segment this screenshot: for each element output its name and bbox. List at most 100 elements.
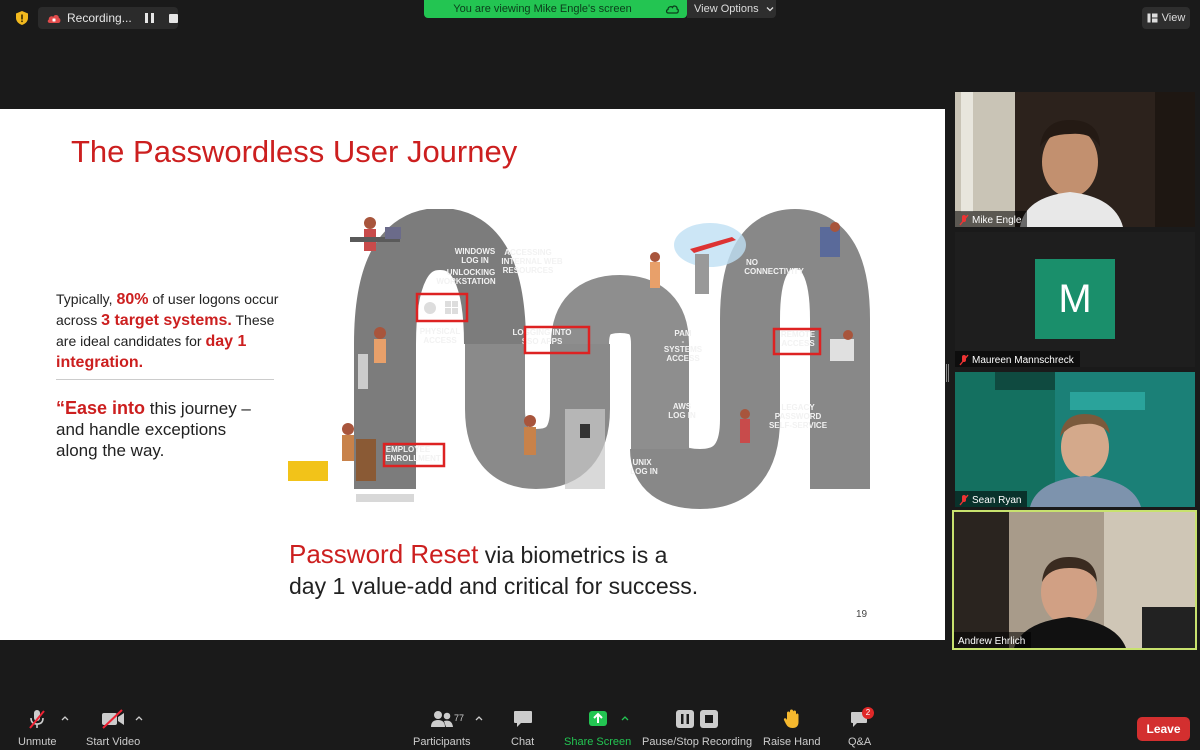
label-noconn-1: NO <box>746 258 758 267</box>
slide-divider <box>56 379 274 380</box>
label-unix-2: LOG IN <box>630 467 658 476</box>
participant-count: 77 <box>454 713 465 723</box>
cloud-sync-icon <box>665 5 679 14</box>
stat-percent: 80% <box>116 291 149 308</box>
bottom-line2: day 1 value-add and critical for success… <box>289 573 699 599</box>
chat-icon <box>513 711 532 727</box>
share-screen-icon <box>588 711 607 726</box>
label-legacy-2: PASSWORD <box>775 412 822 421</box>
label-pam-3: SYSTEMS <box>664 345 703 354</box>
label-sso-1: LOGGING INTO <box>513 328 572 337</box>
label-accessing-2: INTERNAL WEB <box>501 257 562 266</box>
label-sso-2: SSO APPS <box>522 337 563 346</box>
label-windows-2: LOG IN <box>461 256 489 265</box>
pause-stop-recording-label: Pause/Stop Recording <box>642 736 753 748</box>
share-screen-label: Share Screen <box>564 736 632 748</box>
share-screen-button[interactable]: Share Screen <box>564 708 631 748</box>
label-remote-2: ACCESS <box>781 339 815 348</box>
avatar: M <box>1035 259 1115 339</box>
grid-view-icon <box>1147 13 1158 23</box>
chevron-up-icon[interactable] <box>475 715 483 721</box>
user-journey-illustration: WINDOWS LOG IN UNLOCKING WORKSTATION ACC… <box>288 209 870 509</box>
participant-name-andrew: Andrew Ehrlich <box>954 632 1032 648</box>
label-employee-1: EMPLOYEE <box>386 445 431 454</box>
bottom-statement: Password Reset via biometrics is a day 1… <box>289 539 698 602</box>
label-unix-1: UNIX <box>632 458 652 467</box>
start-video-button[interactable]: Start Video <box>86 708 140 748</box>
participant-tile-andrew[interactable]: Andrew Ehrlich <box>952 510 1197 650</box>
mic-muted-icon <box>959 354 969 366</box>
participant-name-text: Sean Ryan <box>972 494 1022 506</box>
stat-prefix: Typically, <box>56 291 117 307</box>
view-options-label: View Options <box>694 3 759 15</box>
participant-tile-mike[interactable]: Mike Engle <box>955 92 1195 227</box>
ease-quote: “Ease into <box>56 398 146 418</box>
label-aws-2: LOG IN <box>668 411 696 420</box>
participant-name-maureen: Maureen Mannschreck <box>955 351 1080 367</box>
cloud-recording-icon <box>47 15 61 23</box>
label-physical-1: PHYSICAL <box>420 327 461 336</box>
participant-video-sean <box>955 372 1195 507</box>
viewing-banner-text: You are viewing Mike Engle's screen <box>453 3 632 15</box>
chevron-up-icon[interactable] <box>621 715 629 721</box>
shield-icon[interactable] <box>14 10 30 26</box>
label-employee-2: ENROLLMENT <box>385 454 441 463</box>
participant-name-text: Maureen Mannschreck <box>972 354 1074 366</box>
view-layout-button[interactable]: View <box>1142 7 1190 29</box>
chat-button[interactable]: Chat <box>511 708 534 748</box>
mic-muted-icon <box>959 494 969 506</box>
participants-label: Participants <box>413 736 471 748</box>
participant-video-mike <box>955 92 1195 227</box>
view-options-dropdown[interactable]: View Options <box>687 0 776 18</box>
participant-video-andrew <box>954 512 1195 648</box>
label-accessing-3: RESOURCES <box>503 266 554 275</box>
label-windows-4: WORKSTATION <box>436 277 495 286</box>
slide-page-number: 19 <box>856 609 868 620</box>
chevron-up-icon[interactable] <box>135 715 143 721</box>
raise-hand-button[interactable]: Raise Hand <box>763 708 820 748</box>
meeting-toolbar: Unmute Start Video Participants 77 Chat … <box>0 703 1200 750</box>
participant-name-mike: Mike Engle <box>955 211 1028 227</box>
slide-title: The Passwordless User Journey <box>71 134 518 169</box>
raise-hand-icon <box>783 709 799 728</box>
pause-icon <box>676 710 695 728</box>
participant-name-text: Andrew Ehrlich <box>958 635 1026 647</box>
unmute-label: Unmute <box>18 736 57 748</box>
unmute-button[interactable]: Unmute <box>18 708 57 748</box>
bottom-red: Password Reset <box>289 539 479 569</box>
participant-name-text: Mike Engle <box>972 214 1022 226</box>
label-legacy-1: LEGACY <box>781 403 815 412</box>
label-accessing-1: ACCESSING <box>504 248 552 257</box>
stop-icon <box>700 710 719 728</box>
participant-tile-sean[interactable]: Sean Ryan <box>955 372 1195 507</box>
leave-button[interactable]: Leave <box>1137 717 1190 741</box>
label-pam-4: ACCESS <box>666 354 700 363</box>
label-noconn-2: CONNECTIVITY <box>744 267 804 276</box>
stat-paragraph: Typically, 80% of user logons occur acro… <box>56 289 291 373</box>
pause-stop-recording-button[interactable]: Pause/Stop Recording <box>642 708 752 748</box>
view-button-label: View <box>1161 12 1186 24</box>
apple-windows-logos <box>424 301 458 314</box>
stat-systems: 3 target systems. <box>101 312 232 329</box>
ease-paragraph: “Ease into this journey – and handle exc… <box>56 398 271 462</box>
shared-screen-slide: The Passwordless User Journey Typically,… <box>0 109 945 640</box>
qa-count-badge: 2 <box>862 707 874 719</box>
mic-muted-icon <box>959 214 969 226</box>
split-handle[interactable] <box>946 364 949 382</box>
stop-recording-icon[interactable] <box>168 13 178 23</box>
chat-label: Chat <box>511 736 535 748</box>
mic-muted-icon <box>29 710 46 729</box>
recording-label: Recording... <box>67 11 132 25</box>
recording-indicator[interactable]: Recording... <box>38 7 178 29</box>
raise-hand-label: Raise Hand <box>763 736 821 748</box>
chevron-down-icon <box>766 7 774 12</box>
label-aws-1: AWS <box>673 402 692 411</box>
label-windows-1: WINDOWS <box>455 247 496 256</box>
viewing-screen-banner: You are viewing Mike Engle's screen <box>424 0 687 18</box>
chevron-up-icon[interactable] <box>61 715 69 721</box>
participant-tile-maureen[interactable]: M Maureen Mannschreck <box>955 232 1195 367</box>
video-off-icon <box>102 709 125 729</box>
qa-label: Q&A <box>848 736 872 748</box>
label-legacy-3: SELF-SERVICE <box>769 421 828 430</box>
pause-recording-icon[interactable] <box>144 13 155 23</box>
